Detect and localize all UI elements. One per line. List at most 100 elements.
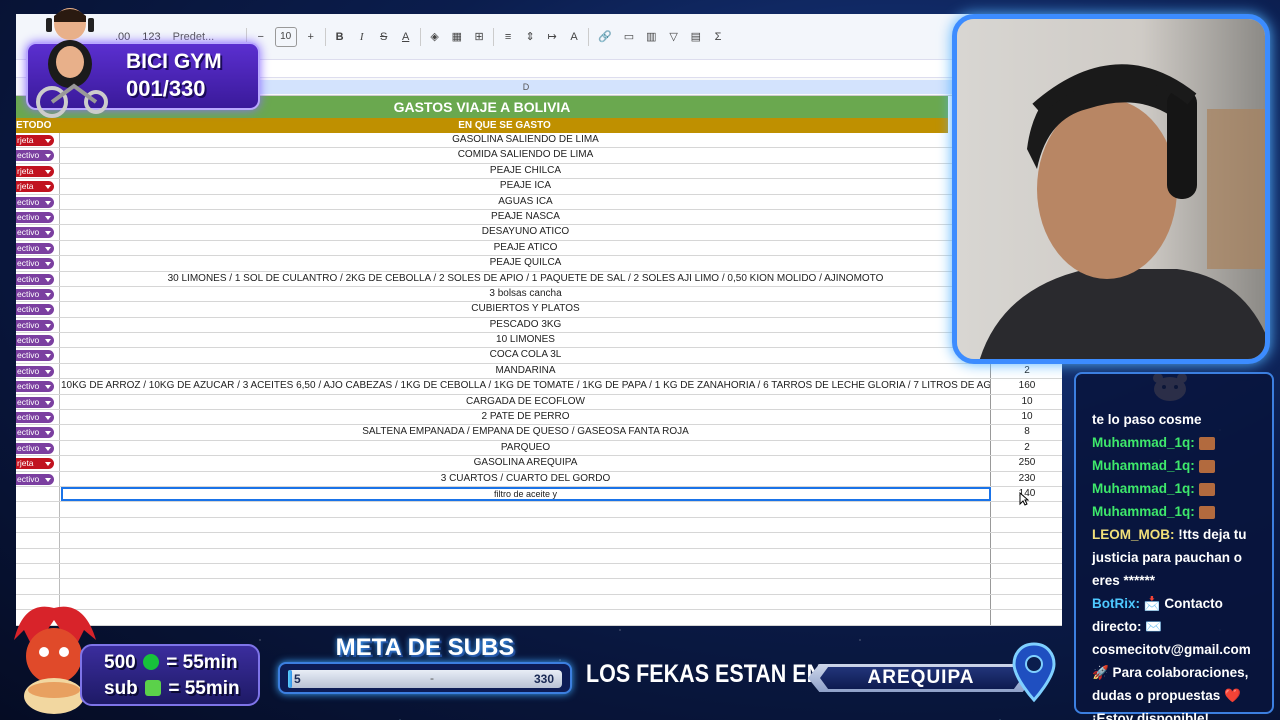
empty-row[interactable]: [16, 594, 1062, 611]
empty-cell[interactable]: [992, 579, 1062, 593]
cell-descripcion[interactable]: GASOLINA AREQUIPA: [61, 456, 991, 471]
table-row[interactable]: ectivo PESCADO 3KG: [16, 317, 1062, 334]
table-row[interactable]: ectivo 30 LIMONES / 1 SOL DE CULANTRO / 2…: [16, 271, 1062, 287]
cell-metodo[interactable]: ectivo: [16, 348, 60, 363]
payment-method-chip[interactable]: ectivo: [16, 396, 54, 408]
cell-metodo[interactable]: ectivo: [16, 317, 60, 333]
cell-monto[interactable]: 8: [992, 425, 1062, 439]
empty-row[interactable]: [16, 610, 1062, 626]
table-row[interactable]: rjeta GASOLINA SALIENDO DE LIMA: [16, 133, 1062, 149]
cell-metodo[interactable]: ectivo: [16, 333, 60, 348]
empty-cell[interactable]: [61, 548, 991, 563]
table-row[interactable]: ectivo PEAJE NASCA: [16, 209, 1062, 226]
cell-monto[interactable]: 250: [992, 456, 1062, 470]
table-row[interactable]: rjeta GASOLINA AREQUIPA 250: [16, 456, 1062, 472]
cell-metodo[interactable]: [16, 486, 60, 502]
empty-cell[interactable]: [61, 594, 991, 610]
table-row[interactable]: ectivo 10KG DE ARROZ / 10KG DE AZUCAR / 3…: [16, 379, 1062, 395]
strikethrough-icon[interactable]: S: [376, 27, 392, 47]
payment-method-chip[interactable]: ectivo: [16, 273, 54, 285]
cell-monto[interactable]: 2: [992, 364, 1062, 378]
empty-cell[interactable]: [16, 502, 60, 517]
payment-method-chip[interactable]: ectivo: [16, 365, 54, 377]
functions-icon[interactable]: Σ: [710, 27, 726, 47]
cell-monto[interactable]: 230: [992, 472, 1062, 486]
cell-descripcion[interactable]: 2 PATE DE PERRO: [61, 410, 991, 425]
payment-method-chip[interactable]: ectivo: [16, 335, 54, 347]
cell-metodo[interactable]: ectivo: [16, 471, 60, 486]
cell-metodo[interactable]: rjeta: [16, 456, 60, 471]
cell-metodo[interactable]: ectivo: [16, 363, 60, 379]
payment-method-chip[interactable]: ectivo: [16, 211, 54, 223]
cell-metodo[interactable]: ectivo: [16, 302, 60, 317]
cell-metodo[interactable]: rjeta: [16, 163, 60, 179]
cell-monto[interactable]: 2: [992, 441, 1062, 455]
empty-cell[interactable]: [992, 518, 1062, 532]
align-vertical-icon[interactable]: ⇕: [522, 27, 538, 47]
font-size-increase-icon[interactable]: +: [303, 27, 319, 47]
table-row[interactable]: ectivo COCA COLA 3L: [16, 348, 1062, 364]
empty-cell[interactable]: [61, 579, 991, 594]
empty-cell[interactable]: [16, 517, 60, 533]
cell-descripcion[interactable]: PEAJE QUILCA: [61, 256, 991, 271]
text-color-icon[interactable]: A: [398, 27, 414, 47]
empty-cell[interactable]: [992, 564, 1062, 578]
borders-icon[interactable]: ▦: [449, 27, 465, 47]
table-row[interactable]: ectivo PEAJE QUILCA: [16, 256, 1062, 272]
cell-descripcion[interactable]: 3 CUARTOS / CUARTO DEL GORDO: [61, 471, 991, 486]
empty-row[interactable]: [16, 502, 1062, 518]
cell-metodo[interactable]: ectivo: [16, 209, 60, 225]
cell-descripcion[interactable]: PARQUEO: [61, 440, 991, 456]
cell-metodo[interactable]: ectivo: [16, 194, 60, 209]
table-row[interactable]: ectivo PARQUEO 2: [16, 440, 1062, 457]
payment-method-chip[interactable]: ectivo: [16, 304, 54, 316]
empty-cell[interactable]: [16, 548, 60, 563]
italic-icon[interactable]: I: [354, 27, 370, 47]
table-row[interactable]: rjeta PEAJE ICA: [16, 179, 1062, 195]
payment-method-chip[interactable]: ectivo: [16, 319, 54, 331]
empty-cell[interactable]: [16, 563, 60, 579]
payment-method-chip[interactable]: ectivo: [16, 473, 54, 485]
cell-descripcion[interactable]: CUBIERTOS Y PLATOS: [61, 302, 991, 317]
payment-method-chip[interactable]: rjeta: [16, 135, 54, 146]
empty-cell[interactable]: [61, 517, 991, 533]
payment-method-chip[interactable]: ectivo: [16, 427, 54, 439]
table-row[interactable]: ectivo COMIDA SALIENDO DE LIMA: [16, 148, 1062, 164]
cell-metodo[interactable]: ectivo: [16, 286, 60, 302]
cell-metodo[interactable]: ectivo: [16, 410, 60, 425]
cell-metodo[interactable]: ectivo: [16, 256, 60, 271]
table-row[interactable]: ectivo 10 LIMONES: [16, 333, 1062, 349]
align-horizontal-icon[interactable]: ≡: [500, 27, 516, 47]
table-row[interactable]: ectivo SALTENA EMPANADA / EMPANA DE QUESO…: [16, 425, 1062, 441]
cell-descripcion[interactable]: GASOLINA SALIENDO DE LIMA: [61, 133, 991, 148]
cell-descripcion[interactable]: 30 LIMONES / 1 SOL DE CULANTRO / 2KG DE …: [61, 271, 991, 286]
cell-descripcion[interactable]: SALTENA EMPANADA / EMPANA DE QUESO / GAS…: [61, 425, 991, 440]
payment-method-chip[interactable]: ectivo: [16, 227, 54, 239]
payment-method-chip[interactable]: ectivo: [16, 288, 54, 300]
table-row[interactable]: ectivo CARGADA DE ECOFLOW 10: [16, 394, 1062, 411]
cell-descripcion[interactable]: filtro de aceite y: [61, 486, 991, 502]
payment-method-chip[interactable]: rjeta: [16, 181, 54, 193]
table-row[interactable]: ectivo MANDARINA 2: [16, 363, 1062, 380]
empty-cell[interactable]: [16, 533, 60, 548]
empty-cell[interactable]: [61, 533, 991, 548]
cell-descripcion[interactable]: PEAJE CHILCA: [61, 163, 991, 179]
insert-comment-icon[interactable]: ▭: [621, 27, 637, 47]
cell-descripcion[interactable]: PEAJE NASCA: [61, 209, 991, 225]
table-row[interactable]: rjeta PEAJE CHILCA: [16, 163, 1062, 180]
table-row[interactable]: ectivo CUBIERTOS Y PLATOS: [16, 302, 1062, 318]
cell-metodo[interactable]: ectivo: [16, 394, 60, 410]
cell-metodo[interactable]: ectivo: [16, 425, 60, 440]
insert-chart-icon[interactable]: ▥: [643, 27, 659, 47]
table-row[interactable]: filtro de aceite y 140: [16, 486, 1062, 503]
filter-icon[interactable]: ▽: [666, 27, 682, 47]
merge-cells-icon[interactable]: ⊞: [471, 27, 487, 47]
empty-cell[interactable]: [992, 610, 1062, 624]
payment-method-chip[interactable]: ectivo: [16, 350, 54, 362]
text-wrap-icon[interactable]: ↦: [544, 27, 560, 47]
table-row[interactable]: ectivo DESAYUNO ATICO: [16, 225, 1062, 241]
cell-monto[interactable]: 10: [992, 410, 1062, 424]
empty-cell[interactable]: [992, 533, 1062, 547]
payment-method-chip[interactable]: ectivo: [16, 196, 54, 208]
cell-metodo[interactable]: ectivo: [16, 240, 60, 256]
